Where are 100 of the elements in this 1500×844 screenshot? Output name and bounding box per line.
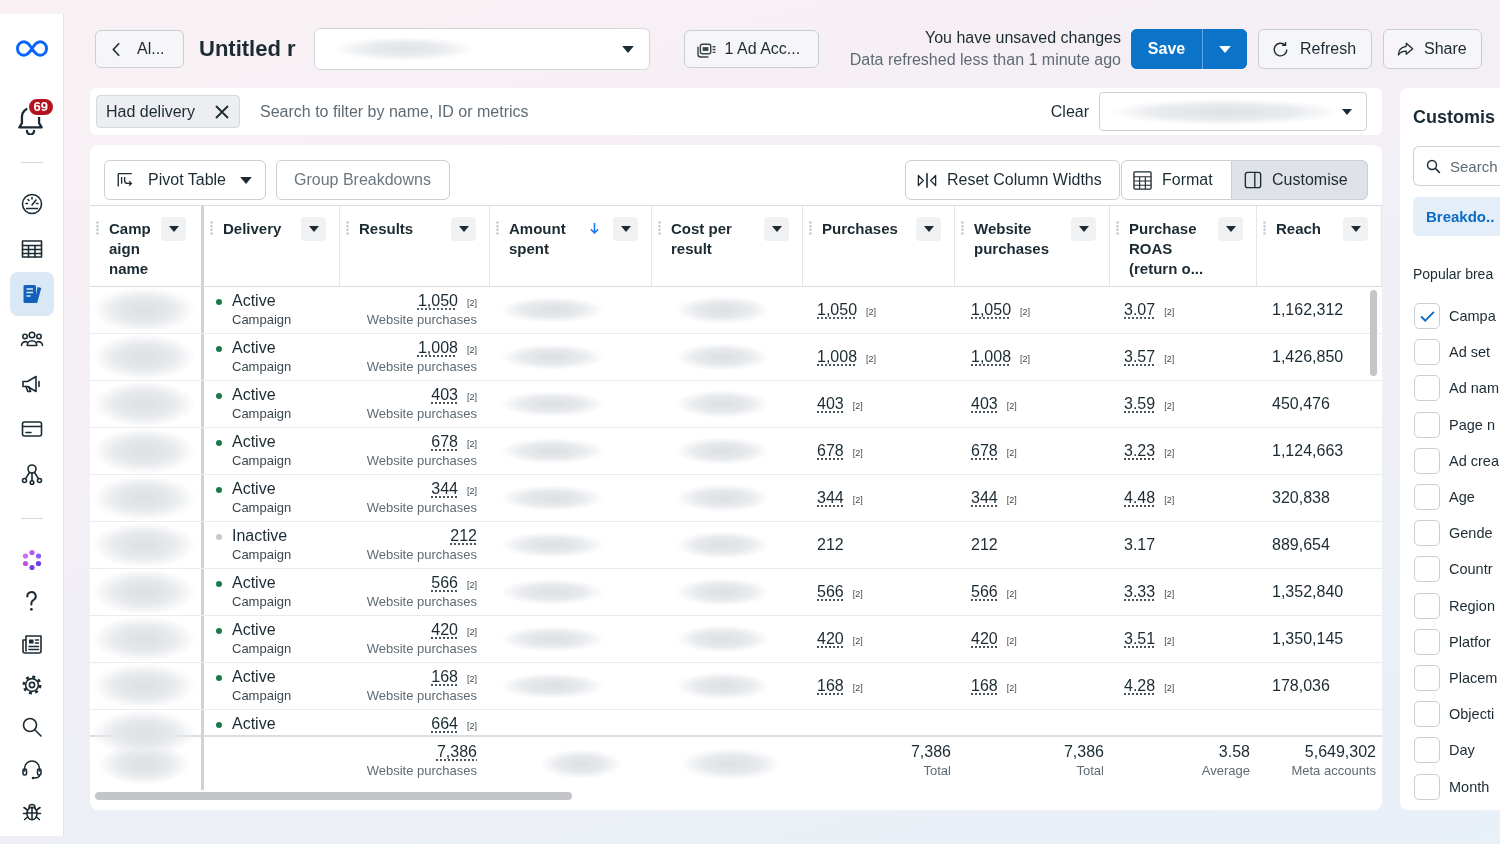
tab[interactable]: Breakdo.. [1413,197,1500,236]
drag-handle-icon[interactable] [210,221,213,235]
column-menu-button[interactable] [451,217,476,241]
caret-icon [1219,45,1231,53]
metric-caption: Website purchases [366,311,477,329]
delivery-level: Campaign [232,358,292,376]
column-menu-button[interactable] [916,217,941,241]
close-icon[interactable] [215,104,229,119]
column-label: Website purchases [974,219,1051,259]
delivery-level: Campaign [232,546,292,564]
filter-chip[interactable]: Had delivery [96,95,240,128]
drag-handle-icon[interactable] [961,221,964,235]
toolbar-button[interactable]: Format [1121,160,1232,200]
metric-value: 420 [971,629,998,649]
drag-handle-icon[interactable] [809,221,812,235]
column-menu-button[interactable] [1343,217,1368,241]
caret-icon [1342,108,1352,115]
metric-value: 566 [817,582,844,602]
dropdown-field[interactable] [313,28,650,70]
metric-caption: Total [1076,762,1104,780]
metric-value: 3.33 [1124,582,1156,602]
search-field[interactable]: Search [1413,146,1500,186]
panel-title: Customis [1413,106,1496,129]
caret-icon [168,226,179,232]
refresh-icon [1271,39,1290,59]
metric-value: 168 [431,667,458,687]
metric-value: 168 [817,676,844,696]
footnote-marker: [2] [852,495,863,505]
column-menu-button[interactable] [613,217,638,241]
vertical-scrollbar[interactable] [1370,290,1377,376]
save-options-button[interactable] [1202,29,1247,69]
checkbox[interactable] [1414,556,1440,583]
caret-icon [923,226,934,232]
checkbox[interactable] [1414,628,1440,655]
metric-caption: Website purchases [366,499,477,517]
column-menu-button[interactable] [1218,217,1243,241]
footnote-marker: [2] [1020,307,1031,317]
delivery-level: Campaign [232,452,292,470]
checkbox[interactable] [1414,737,1440,764]
footnote-marker: [2] [1164,589,1175,599]
horizontal-scrollbar[interactable] [95,792,572,800]
drag-handle-icon[interactable] [96,221,99,235]
column-label: Amount spent [509,219,567,259]
drag-handle-icon[interactable] [496,221,499,235]
metric-caption: Website purchases [366,593,477,611]
caret-icon [458,226,469,232]
search-input[interactable]: Search [1450,157,1500,175]
checkbox[interactable] [1414,375,1440,402]
ad-account-button[interactable]: 1 Ad Acc... [683,30,819,68]
checkbox[interactable] [1414,592,1440,619]
checkbox[interactable] [1414,411,1440,438]
checkbox[interactable] [1414,773,1440,800]
checkbox[interactable] [1414,664,1440,691]
back-button[interactable]: Al... [95,30,184,68]
caret-icon [771,226,782,232]
column-menu-button[interactable] [1071,217,1096,241]
drag-handle-icon[interactable] [658,221,661,235]
footnote-marker: [2] [1006,401,1017,411]
toolbar-button[interactable]: Reset Column Widths [905,160,1120,200]
column-menu-button[interactable] [301,217,326,241]
checkbox-label: Region [1449,597,1495,614]
sidebar-button[interactable] [9,272,54,316]
metric-value: 3.58 [1218,742,1250,762]
drag-handle-icon[interactable] [1263,221,1266,235]
refresh-button[interactable]: Refresh [1258,29,1372,69]
drag-handle-icon[interactable] [346,221,349,235]
checkbox[interactable] [1414,484,1440,511]
metric-value: 3.57 [1124,347,1156,367]
footnote-marker: [2] [467,674,477,684]
checkbox-label: Objecti [1449,706,1495,723]
notifications-button[interactable]: 69 [9,96,54,140]
checkbox[interactable] [1414,339,1440,366]
drag-handle-icon[interactable] [1116,221,1119,235]
caret-icon [1350,226,1361,232]
metric-value: 168 [971,676,998,696]
footnote-marker: [2] [1164,307,1175,317]
metric-value: 566 [971,582,998,602]
clear-button[interactable]: Clear [1050,102,1089,121]
search-field[interactable]: Search to filter by name, ID or metrics [260,99,1051,124]
column-menu-button[interactable] [764,217,789,241]
dropdown-field[interactable] [1099,92,1367,131]
column-menu-button[interactable] [161,217,186,241]
metric-caption: Website purchases [366,546,477,564]
checkbox[interactable] [1414,520,1440,547]
metric-value: 678 [817,441,844,461]
metric-value: 212 [971,535,998,555]
checkbox[interactable] [1414,303,1440,330]
metric-value: 212 [450,526,477,546]
metric-value: 1,008 [971,347,1012,367]
checkbox[interactable] [1414,701,1440,728]
metric-value: 1,124,663 [1272,441,1344,461]
footnote-marker: [2] [1020,354,1031,364]
checkbox[interactable] [1414,447,1440,474]
filter-search-bar[interactable]: Had delivery Search to filter by name, ID or metrics Clear [90,88,1382,135]
delivery-status: Inactive [232,526,289,546]
metric-value: 3.07 [1124,300,1156,320]
pivot-table-button[interactable]: Pivot Table [104,160,266,200]
toolbar-button[interactable]: Customise [1232,160,1368,200]
share-button[interactable]: Share [1383,29,1482,69]
notification-badge: 69 [26,97,55,117]
